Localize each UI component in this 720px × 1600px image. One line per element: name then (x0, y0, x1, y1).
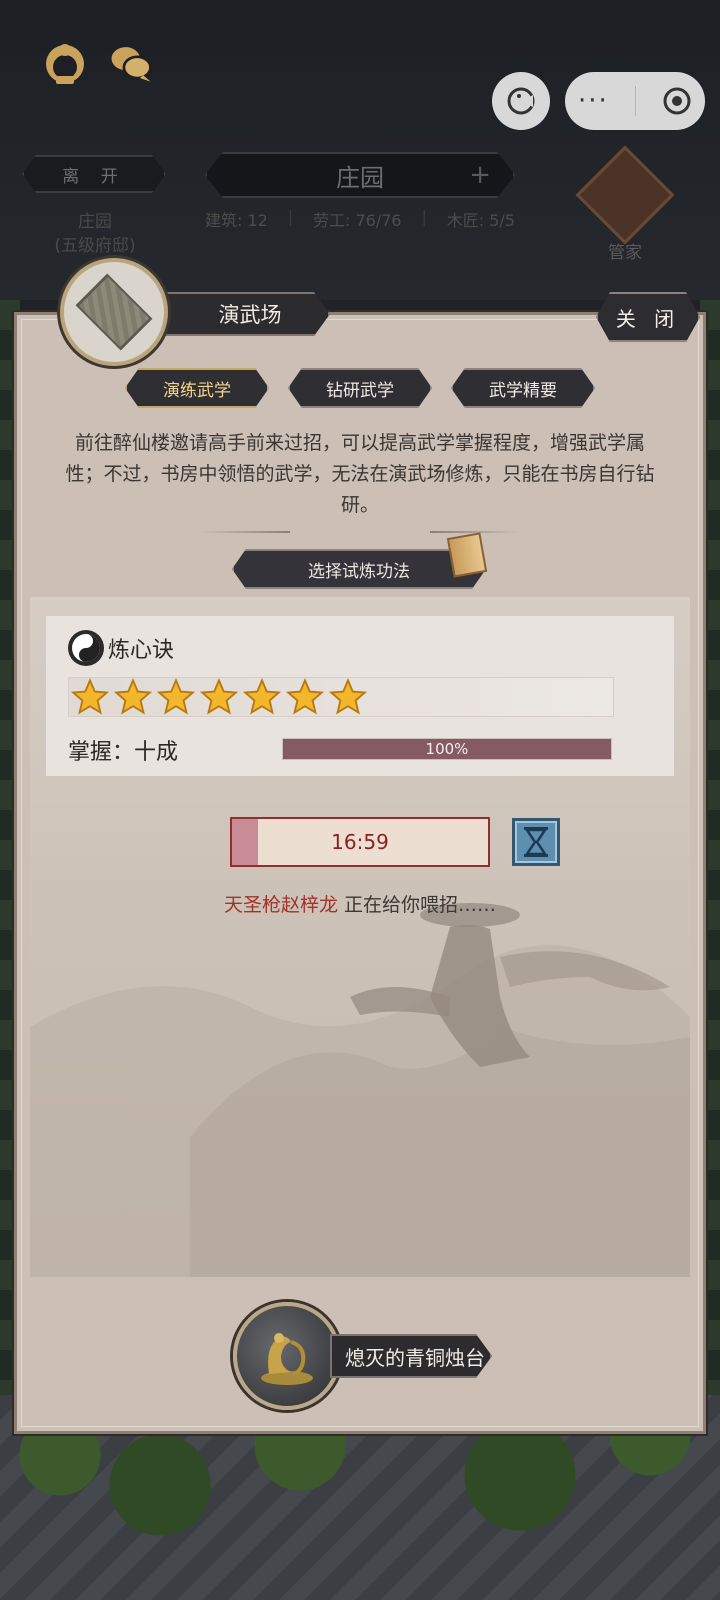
stat-carpenter: 木匠: 5/5 (446, 211, 515, 230)
training-timer: 16:59 (230, 817, 490, 867)
mastery-progress-bar: 100% (282, 738, 612, 760)
star-icon (71, 678, 109, 715)
tab-bar: 演练武学 钻研武学 武学精要 (125, 368, 595, 408)
sparring-partner-name: 天圣枪赵梓龙 (223, 894, 338, 916)
panel-description: 前往醉仙楼邀请高手前来过招，可以提高武学掌握程度，增强武学属性；不过，书房中领悟… (65, 432, 655, 516)
close-button[interactable]: 关 闭 (596, 292, 700, 342)
estate-title-bar: 庄园 + (205, 152, 515, 198)
stat-divider: | (287, 207, 294, 226)
location-level: (五级府邸) (54, 236, 136, 256)
mastery-progress-text: 100% (425, 740, 469, 758)
stat-labor: 劳工: 76/76 (312, 211, 402, 230)
location-name: 庄园 (五级府邸) (40, 210, 150, 258)
hourglass-icon[interactable] (512, 818, 560, 866)
star-icon (286, 678, 324, 715)
choose-technique-button[interactable]: 选择试炼功法 (232, 549, 486, 589)
skill-rating (68, 677, 614, 717)
leave-button[interactable]: 离 开 (22, 155, 166, 193)
star-icon (243, 678, 281, 715)
capsule-divider (634, 86, 636, 116)
arena-tile-icon (75, 273, 153, 351)
skill-name: 炼心诀 (108, 638, 175, 663)
book-icon (446, 532, 488, 578)
tab-practice[interactable]: 演练武学 (125, 368, 269, 408)
exit-target-icon[interactable] (662, 86, 692, 116)
estate-title: 庄园 (336, 163, 384, 192)
star-icon (329, 678, 367, 715)
bronze-candlestick-item[interactable] (233, 1302, 341, 1410)
divider-ornament (200, 531, 290, 533)
more-icon[interactable]: ··· (578, 88, 609, 114)
training-ground-thumbnail (60, 258, 168, 366)
location-title: 庄园 (78, 212, 112, 232)
stat-divider: | (421, 207, 427, 226)
mini-game-button[interactable] (492, 72, 550, 130)
mini-program-capsule: ··· (565, 72, 705, 130)
star-icon (157, 678, 195, 715)
candlestick-icon (261, 1333, 313, 1385)
tab-research[interactable]: 钻研武学 (288, 368, 432, 408)
star-icon (114, 678, 152, 715)
item-label: 熄灭的青铜烛台 (330, 1334, 492, 1378)
add-icon[interactable]: + (469, 160, 491, 190)
pacman-icon (507, 87, 535, 115)
yin-yang-icon (68, 630, 104, 666)
avatar-icon[interactable] (42, 40, 88, 86)
tab-essentials[interactable]: 武学精要 (451, 368, 595, 408)
abacus-icon (575, 145, 675, 245)
sparring-status-text: 正在给你喂招…… (337, 894, 497, 916)
star-icon (200, 678, 238, 715)
stat-buildings: 建筑: 12 (205, 211, 268, 230)
panel-title: 演武场 (140, 292, 330, 336)
timer-text: 16:59 (331, 830, 389, 854)
chat-icon[interactable] (108, 40, 154, 86)
sparring-status: 天圣枪赵梓龙 正在给你喂招…… (0, 890, 720, 917)
butler-button[interactable]: 管家 (575, 145, 675, 263)
estate-stats: 建筑: 12 | 劳工: 76/76 | 木匠: 5/5 (205, 207, 515, 231)
mastery-label: 掌握：十成 (68, 740, 179, 765)
skill-card[interactable]: 炼心诀 掌握：十成 100% (46, 616, 674, 776)
